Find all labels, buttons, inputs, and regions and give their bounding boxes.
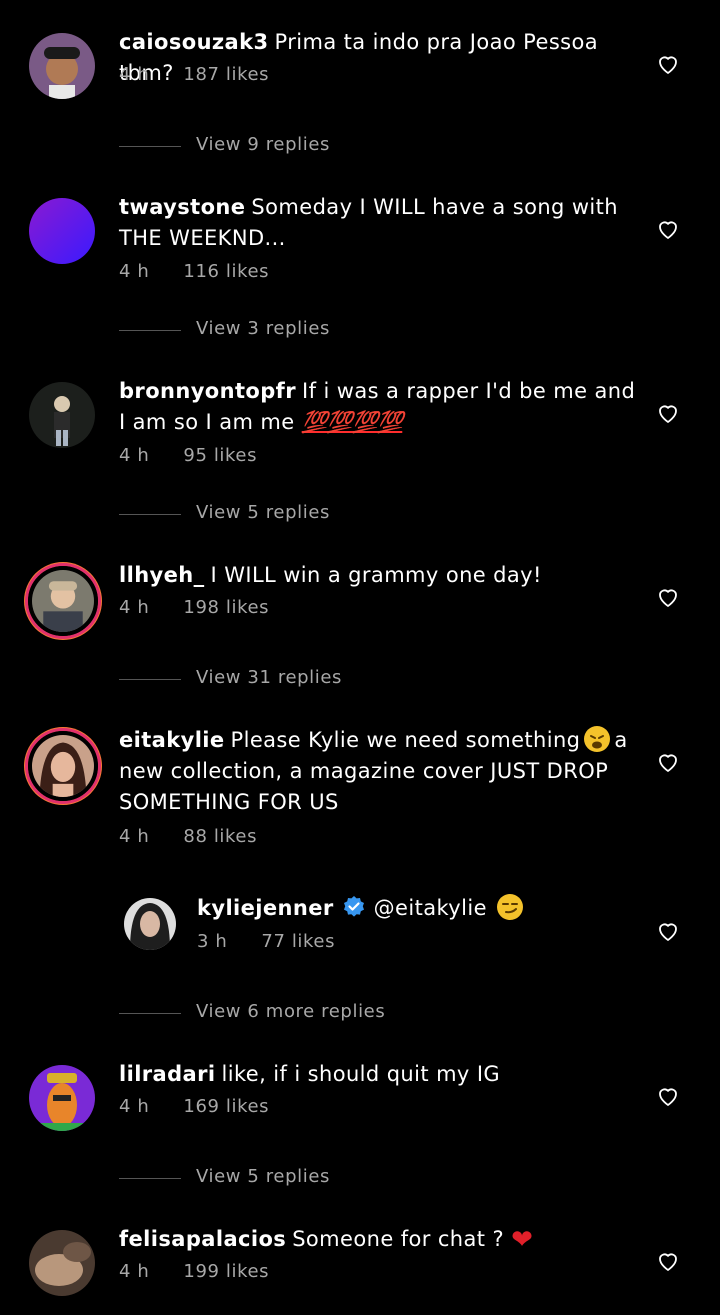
avatar[interactable] (124, 898, 176, 950)
comment-text: lilradari like, if i should quit my IG (119, 1059, 639, 1090)
comment-time: 4 h (119, 261, 150, 282)
comment-meta: 4 h 169 likes (119, 1096, 269, 1117)
comment-text: felisapalacios Someone for chat ? ❤ (119, 1224, 639, 1256)
view-replies-label[interactable]: View 9 replies (196, 134, 330, 155)
comment-body: like, if i should quit my IG (221, 1062, 501, 1086)
weary-face-emoji (584, 726, 611, 752)
divider (119, 146, 181, 147)
heart-outline-icon[interactable] (656, 1084, 680, 1108)
divider (119, 1178, 181, 1179)
view-replies-label[interactable]: View 5 replies (196, 1166, 330, 1187)
like-count[interactable]: 198 likes (183, 597, 269, 618)
smirk-emoji (496, 894, 523, 920)
comment-meta: 4 h 95 likes (119, 445, 257, 466)
heart-outline-icon[interactable] (656, 401, 680, 425)
reply-meta: 3 h 77 likes (197, 931, 335, 952)
avatar[interactable] (29, 33, 95, 99)
reply-text: kyliejenner @eitakylie (197, 893, 717, 924)
reply-time: 3 h (197, 931, 228, 952)
comment-meta: 4 h 199 likes (119, 1261, 269, 1282)
heart-outline-icon[interactable] (656, 750, 680, 774)
reply-username[interactable]: kyliejenner (197, 896, 334, 920)
divider (119, 330, 181, 331)
reply-mention[interactable]: @eitakylie (374, 896, 487, 920)
comment-body: Someone for chat ? (292, 1227, 505, 1251)
comment-text: llhyeh_ I WILL win a grammy one day! (119, 560, 639, 591)
view-replies-label[interactable]: View 5 replies (196, 502, 330, 523)
like-count[interactable]: 95 likes (183, 445, 257, 466)
heart-outline-icon[interactable] (656, 52, 680, 76)
heart-outline-icon[interactable] (656, 585, 680, 609)
comment-text: twaystone Someday I WILL have a song with… (119, 192, 639, 254)
like-count[interactable]: 116 likes (183, 261, 269, 282)
comment-body: I WILL win a grammy one day! (210, 563, 542, 587)
comment-time: 4 h (119, 1261, 150, 1282)
view-replies-label[interactable]: View 31 replies (196, 667, 342, 688)
comment-text: bronnyontopfr If i was a rapper I'd be me… (119, 376, 639, 438)
red-heart-emoji: ❤ (511, 1225, 534, 1255)
heart-outline-icon[interactable] (656, 1249, 680, 1273)
verified-badge-icon (342, 895, 366, 919)
heart-outline-icon[interactable] (656, 217, 680, 241)
comment-username[interactable]: eitakylie (119, 728, 225, 752)
like-count[interactable]: 169 likes (183, 1096, 269, 1117)
comment-time: 4 h (119, 445, 150, 466)
comment-username[interactable]: felisapalacios (119, 1227, 286, 1251)
comment-text: eitakylie Please Kylie we need something a… (119, 725, 639, 818)
comment-meta: 4 h 116 likes (119, 261, 269, 282)
comment-time: 4 h (119, 826, 150, 847)
divider (119, 679, 181, 680)
like-count[interactable]: 77 likes (261, 931, 335, 952)
like-count[interactable]: 88 likes (183, 826, 257, 847)
comment-time: 4 h (119, 597, 150, 618)
comment-time: 4 h (119, 64, 150, 85)
avatar[interactable] (29, 1065, 95, 1131)
view-replies-label[interactable]: View 6 more replies (196, 1001, 385, 1022)
divider (119, 514, 181, 515)
heart-outline-icon[interactable] (656, 919, 680, 943)
avatar-story-ring[interactable] (28, 566, 98, 636)
comment-username[interactable]: llhyeh_ (119, 563, 205, 587)
comment-username[interactable]: bronnyontopfr (119, 379, 296, 403)
comment-body: Please Kylie we need something (230, 728, 581, 752)
comment-meta: 4 h 198 likes (119, 597, 269, 618)
like-count[interactable]: 199 likes (183, 1261, 269, 1282)
avatar[interactable] (29, 1230, 95, 1296)
view-replies-label[interactable]: View 3 replies (196, 318, 330, 339)
divider (119, 1013, 181, 1014)
avatar-story-ring[interactable] (28, 731, 98, 801)
like-count[interactable]: 187 likes (183, 64, 269, 85)
comment-meta: 4 h 187 likes (119, 64, 269, 85)
hundred-emoji: 💯💯💯💯 (301, 410, 404, 434)
comment-username[interactable]: lilradari (119, 1062, 215, 1086)
comment-time: 4 h (119, 1096, 150, 1117)
avatar[interactable] (29, 382, 95, 448)
avatar[interactable] (29, 198, 95, 264)
comment-meta: 4 h 88 likes (119, 826, 257, 847)
comment-username[interactable]: twaystone (119, 195, 245, 219)
comment-username[interactable]: caiosouzak3 (119, 30, 269, 54)
